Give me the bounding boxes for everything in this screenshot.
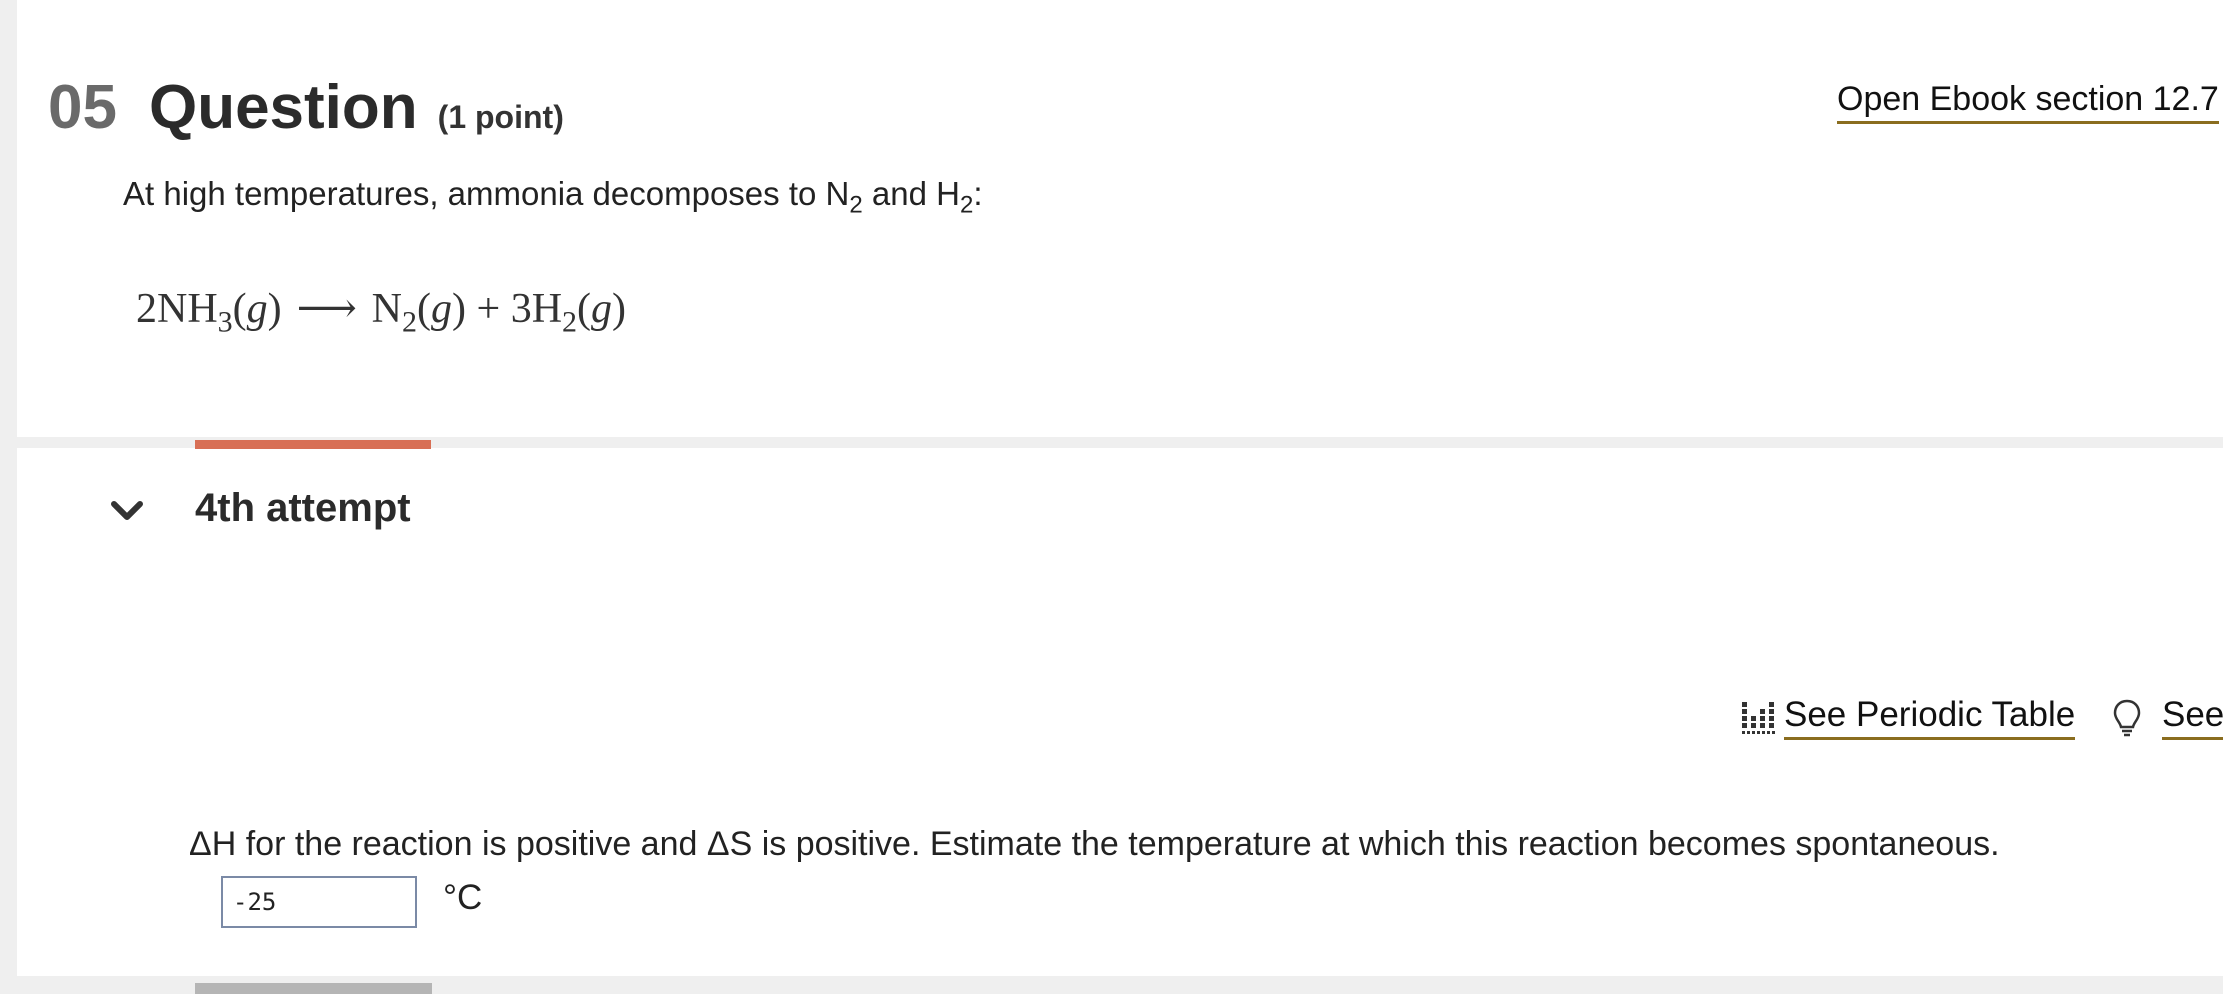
question-number: 05 xyxy=(48,73,117,142)
question-title: Question xyxy=(148,73,418,142)
see-periodic-table-link[interactable]: See Periodic Table xyxy=(1784,695,2076,740)
lightbulb-icon xyxy=(2113,699,2141,736)
next-section-accent xyxy=(195,983,432,994)
attempt-label: 4th attempt xyxy=(195,486,411,530)
question-header: 05 Question (1 point) xyxy=(48,72,564,143)
chevron-down-icon[interactable] xyxy=(109,497,145,525)
question-points: (1 point) xyxy=(437,99,564,135)
temperature-answer-input[interactable] xyxy=(221,876,417,928)
open-ebook-link[interactable]: Open Ebook section 12.7 xyxy=(1837,80,2219,124)
reaction-arrow: ⟶ xyxy=(296,286,357,332)
hint-tool[interactable]: See Hint xyxy=(2112,695,2223,740)
see-hint-link[interactable]: See Hint xyxy=(2162,695,2223,740)
attempt-tab-accent xyxy=(195,440,431,449)
question-intro: At high temperatures, ammonia decomposes… xyxy=(123,175,983,219)
periodic-table-tool[interactable]: See Periodic Table xyxy=(1740,695,2076,740)
question-prompt: ΔH for the reaction is positive and ΔS i… xyxy=(189,825,2000,863)
reaction-equation: 2NH3(g) ⟶ N2(g) + 3H2(g) xyxy=(136,283,626,339)
temperature-unit: °C xyxy=(443,878,483,917)
periodic-table-icon xyxy=(1742,701,1775,734)
